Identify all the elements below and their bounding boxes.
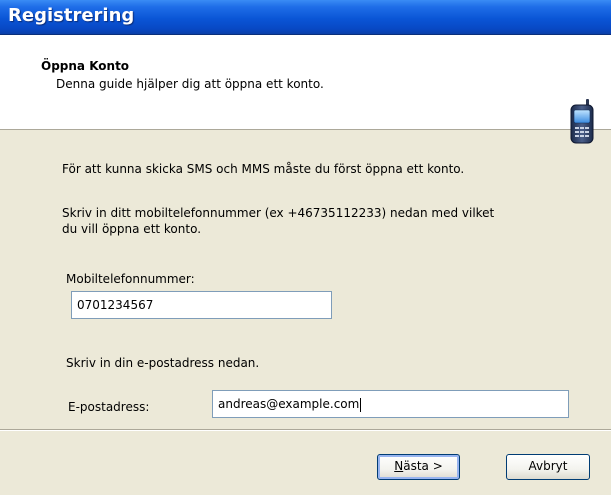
phone-number-value: 0701234567 bbox=[77, 298, 154, 312]
cancel-button-label: Avbryt bbox=[528, 459, 568, 473]
header-title: Öppna Konto bbox=[41, 59, 130, 73]
wizard-header: Öppna Konto Denna guide hjälper dig att … bbox=[0, 35, 611, 144]
intro-text: För att kunna skicka SMS och MMS måste d… bbox=[62, 162, 465, 176]
header-description: Denna guide hjälper dig att öppna ett ko… bbox=[56, 77, 324, 91]
email-instructions: Skriv in din e-postadress nedan. bbox=[66, 356, 260, 370]
email-input[interactable]: andreas@example.com bbox=[212, 390, 569, 418]
cancel-button[interactable]: Avbryt bbox=[506, 454, 590, 480]
phone-label: Mobiltelefonnummer: bbox=[66, 272, 195, 286]
next-button-label: ästa > bbox=[403, 459, 443, 473]
wizard-body: För att kunna skicka SMS och MMS måste d… bbox=[0, 130, 611, 428]
window-title: Registrering bbox=[8, 5, 135, 26]
instructions-line-1: Skriv in ditt mobiltelefonnummer (ex +46… bbox=[62, 206, 495, 220]
next-button-accelerator: N bbox=[394, 459, 404, 473]
text-caret bbox=[360, 397, 362, 412]
phone-number-input[interactable]: 0701234567 bbox=[71, 291, 332, 319]
footer-separator bbox=[0, 429, 611, 431]
title-bar[interactable]: Registrering bbox=[0, 0, 611, 35]
instructions-line-2: du vill öppna ett konto. bbox=[62, 222, 202, 236]
email-value: andreas@example.com bbox=[218, 397, 360, 411]
next-button[interactable]: Nästa > bbox=[377, 454, 460, 480]
email-label: E-postadress: bbox=[68, 400, 150, 414]
